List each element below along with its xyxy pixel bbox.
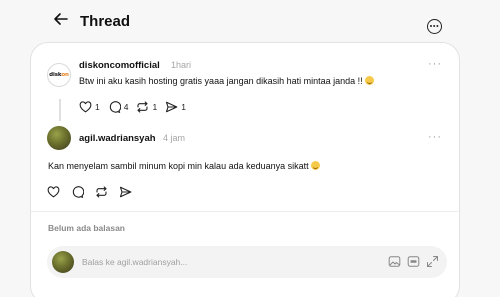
gif-icon[interactable] <box>407 255 420 273</box>
reply-composer[interactable]: Balas ke agil.wadriansyah... <box>47 246 447 278</box>
comment-icon <box>109 101 121 113</box>
empty-replies-label: Belum ada balasan <box>48 223 126 233</box>
emoji-icon <box>310 161 320 170</box>
share-icon <box>119 186 132 198</box>
post-username[interactable]: agil.wadriansyah <box>79 133 156 144</box>
thread-card: diskon diskoncomofficial 1hari ··· Btw i… <box>30 42 461 297</box>
more-options-icon[interactable] <box>427 19 442 34</box>
share-icon <box>166 101 178 113</box>
thread-connector-line <box>59 99 61 121</box>
comment-button[interactable] <box>71 186 84 198</box>
post-actions: 1 4 1 1 <box>79 101 194 113</box>
thread-header: Thread <box>0 0 500 42</box>
share-button[interactable]: 1 <box>165 101 186 113</box>
reply-tools <box>382 255 439 273</box>
share-count: 1 <box>181 102 186 112</box>
repost-button[interactable] <box>95 186 108 198</box>
share-button[interactable] <box>119 186 132 198</box>
expand-icon[interactable] <box>426 255 439 273</box>
post-username[interactable]: diskoncomofficial <box>79 60 160 71</box>
comment-count: 4 <box>123 102 129 112</box>
reply-input[interactable]: Balas ke agil.wadriansyah... <box>82 257 187 267</box>
page-title: Thread <box>80 13 131 30</box>
post-time: 1hari <box>171 60 192 70</box>
repost-icon <box>96 186 107 198</box>
post-menu-icon[interactable]: ··· <box>428 131 442 143</box>
comment-icon <box>72 186 84 198</box>
repost-count: 1 <box>152 102 158 112</box>
brand-logo: diskon <box>49 72 69 78</box>
heart-icon <box>79 101 92 113</box>
avatar <box>52 251 74 273</box>
comment-button[interactable]: 4 <box>108 101 129 113</box>
section-divider <box>31 211 461 212</box>
avatar[interactable] <box>47 126 71 150</box>
like-button[interactable]: 1 <box>79 101 100 113</box>
heart-icon <box>47 186 60 198</box>
post-menu-icon[interactable]: ··· <box>428 58 442 70</box>
avatar[interactable]: diskon <box>47 63 71 87</box>
repost-button[interactable]: 1 <box>136 101 157 113</box>
post-time: 4 jam <box>163 133 186 143</box>
repost-icon <box>137 101 149 113</box>
post-text: Btw ini aku kasih hosting gratis yaaa ja… <box>79 76 374 86</box>
like-button[interactable] <box>47 186 60 198</box>
emoji-icon <box>364 76 374 85</box>
back-arrow-icon[interactable] <box>52 10 70 28</box>
post-actions <box>47 186 140 198</box>
post-text: Kan menyelam sambil minum kopi min kalau… <box>48 161 320 171</box>
like-count: 1 <box>95 102 100 112</box>
image-icon[interactable] <box>388 255 401 273</box>
